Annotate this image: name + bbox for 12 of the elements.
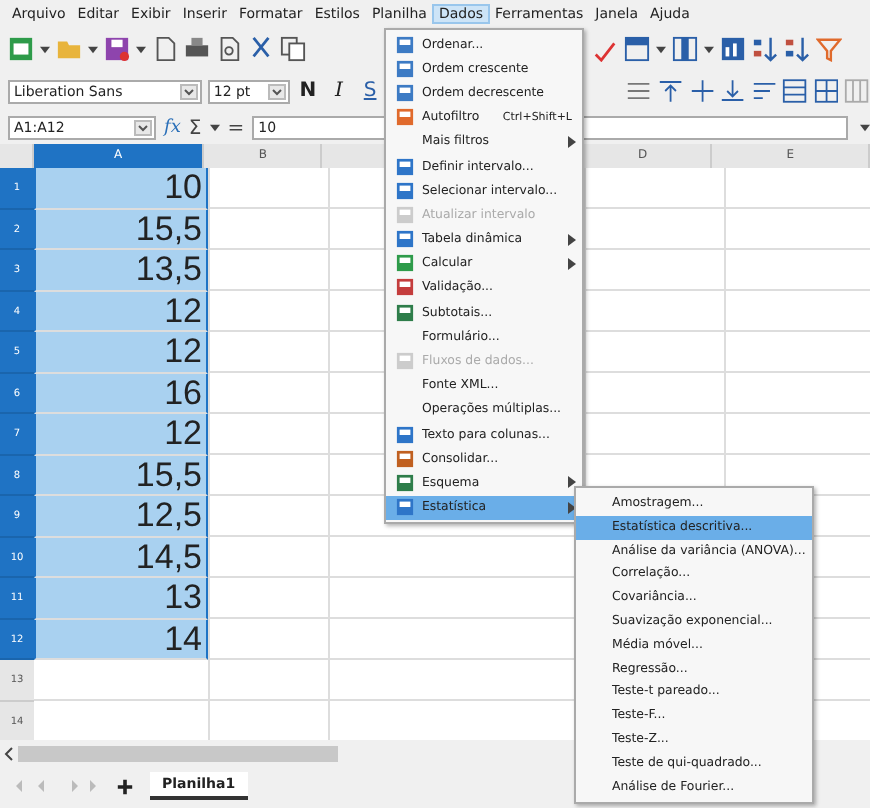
table-cell: 12 bbox=[34, 332, 208, 373]
table-cell: 12 bbox=[34, 291, 208, 332]
table-cell: 15,5 bbox=[34, 209, 208, 250]
table-cell: 13,5 bbox=[34, 250, 208, 291]
table-cell: 14,5 bbox=[34, 537, 208, 578]
table-cell: 12,5 bbox=[34, 496, 208, 537]
table-cell: 14 bbox=[34, 619, 208, 660]
table-cell: 10 bbox=[34, 168, 208, 209]
table-cell: 15,5 bbox=[34, 455, 208, 496]
table-cell: 16 bbox=[34, 373, 208, 414]
table-cell: 12 bbox=[34, 414, 208, 455]
table-cell: 13 bbox=[34, 578, 208, 619]
